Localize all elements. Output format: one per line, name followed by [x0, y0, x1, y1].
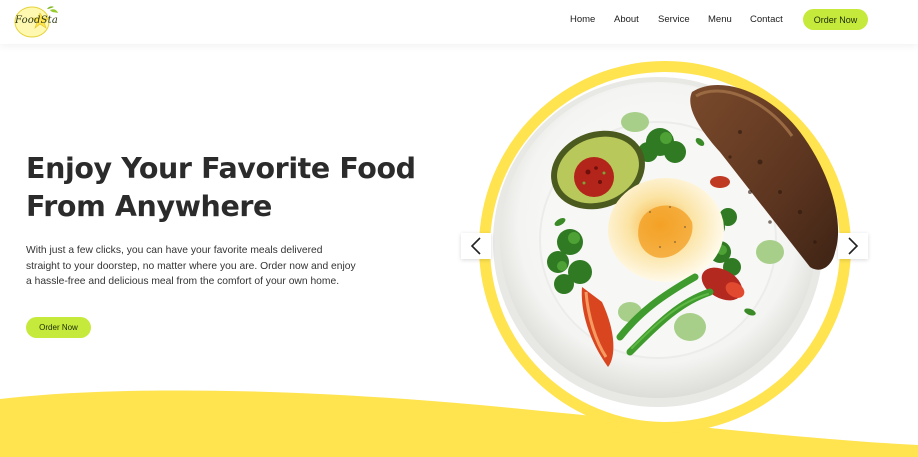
carousel-prev-button[interactable]: [461, 233, 491, 259]
chevron-left-icon: [470, 237, 481, 255]
hero-description: With just a few clicks, you can have you…: [26, 243, 381, 290]
nav-service[interactable]: Service: [658, 14, 690, 25]
brand-logo[interactable]: FoodSta: [14, 4, 60, 40]
hero-title: Enjoy Your Favorite Food From Anywhere: [26, 150, 426, 226]
hero-order-now-button[interactable]: Order Now: [26, 317, 91, 338]
food-plate-image: [479, 61, 851, 433]
nav-menu[interactable]: Menu: [708, 14, 732, 25]
hero-description-line-2: straight to your doorstep, no matter whe…: [26, 260, 356, 272]
carousel-next-button[interactable]: [838, 233, 868, 259]
hero-description-line-1: With just a few clicks, you can have you…: [26, 245, 323, 256]
hero-title-line-1: Enjoy Your Favorite Food: [26, 152, 416, 185]
header-order-now-button[interactable]: Order Now: [803, 9, 868, 30]
logo-text: FoodSta: [15, 15, 59, 26]
nav-about[interactable]: About: [614, 14, 639, 25]
nav-contact[interactable]: Contact: [750, 14, 783, 25]
hero-description-line-3: a hassle-free and delicious meal from th…: [26, 276, 340, 287]
nav-home[interactable]: Home: [570, 14, 595, 25]
hero-title-line-2: From Anywhere: [26, 190, 272, 223]
site-header: FoodSta Home About Service Menu Contact …: [0, 0, 918, 44]
chevron-right-icon: [848, 237, 859, 255]
